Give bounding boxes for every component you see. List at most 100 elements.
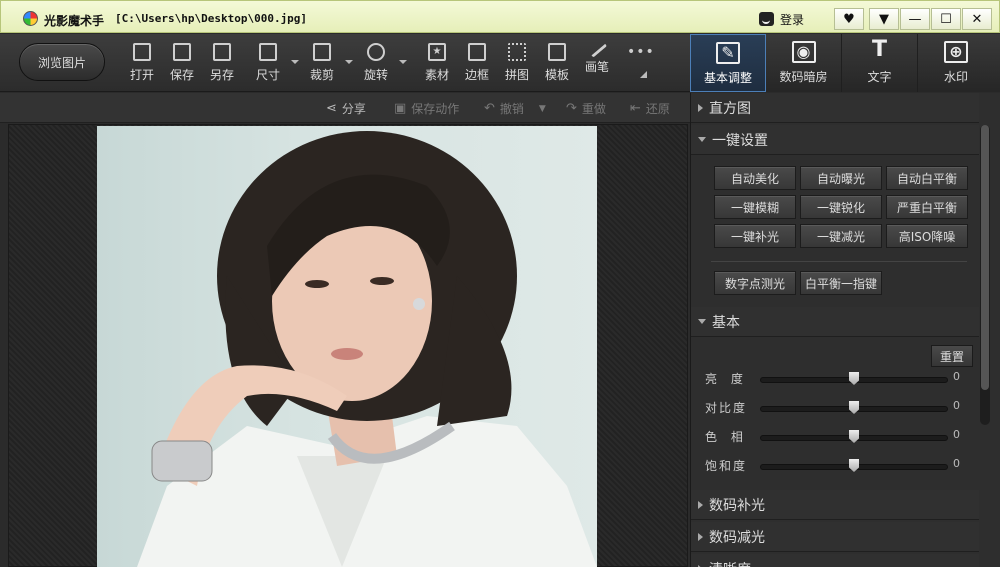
tab-text[interactable]: T 文字 xyxy=(842,34,918,92)
tool-label: 另存 xyxy=(209,68,234,82)
slider-thumb[interactable] xyxy=(849,401,859,414)
login-label: 登录 xyxy=(780,12,805,27)
frame-button[interactable]: 边框 xyxy=(457,43,497,85)
collapsed-arrow-icon xyxy=(698,103,703,112)
digital-reduce-light-section[interactable]: 数码减光 xyxy=(691,522,979,552)
undo-button[interactable]: ↶ 撤销 ▼ xyxy=(484,100,546,117)
slider-label: 饱和度 xyxy=(705,459,748,473)
white-balance-picker-button[interactable]: 白平衡一指键 xyxy=(800,271,882,295)
adjust-panel: 直方图 一键设置 自动美化 自动曝光 自动白平衡 一键模糊 一键锐化 严重白平衡… xyxy=(690,93,1000,567)
redo-icon: ↷ xyxy=(566,101,577,116)
save-action-button[interactable]: ▣ 保存动作 xyxy=(394,100,459,117)
section-title: 直方图 xyxy=(709,100,751,117)
share-label: 分享 xyxy=(341,102,366,116)
slider-thumb[interactable] xyxy=(849,430,859,443)
text-icon: T xyxy=(871,37,887,62)
one-click-sharpen-button[interactable]: 一键锐化 xyxy=(800,195,882,219)
menu-button[interactable]: ▼ xyxy=(869,8,899,30)
reset-button[interactable]: 重置 xyxy=(931,345,973,367)
tool-label: 素材 xyxy=(424,68,449,82)
tab-watermark[interactable]: ⊕ 水印 xyxy=(918,34,994,92)
basic-section[interactable]: 基本 xyxy=(691,307,979,337)
tool-label: 旋转 xyxy=(363,68,388,82)
brightness-slider[interactable]: 亮 度 0 xyxy=(705,369,963,387)
more-icon[interactable]: ••• xyxy=(627,44,655,60)
tool-label: 保存 xyxy=(169,68,194,82)
share-button[interactable]: ⋖ 分享 xyxy=(326,100,366,117)
tab-digital-darkroom[interactable]: ◉ 数码暗房 xyxy=(766,34,842,92)
one-click-blur-button[interactable]: 一键模糊 xyxy=(714,195,796,219)
panel-scrollbar-thumb[interactable] xyxy=(981,125,989,390)
high-iso-denoise-button[interactable]: 高ISO降噪 xyxy=(886,224,968,248)
clarity-section[interactable]: 清晰度 xyxy=(691,554,979,567)
crop-button[interactable]: 裁剪 xyxy=(302,43,342,85)
crop-icon xyxy=(313,43,331,61)
brush-button[interactable]: 画笔 xyxy=(577,38,617,85)
slider-label: 对比度 xyxy=(705,401,748,415)
contrast-slider[interactable]: 对比度 0 xyxy=(705,398,963,416)
one-click-reduce-light-button[interactable]: 一键减光 xyxy=(800,224,882,248)
restore-icon: ⇤ xyxy=(630,101,641,116)
redo-button[interactable]: ↷ 重做 xyxy=(566,100,606,117)
save-icon xyxy=(173,43,191,61)
slider-label: 色 相 xyxy=(705,430,748,444)
tool-label: 模板 xyxy=(544,68,569,82)
strong-white-balance-button[interactable]: 严重白平衡 xyxy=(886,195,968,219)
tool-label: 裁剪 xyxy=(309,68,334,82)
auto-white-balance-button[interactable]: 自动白平衡 xyxy=(886,166,968,190)
saturation-slider[interactable]: 饱和度 0 xyxy=(705,456,963,474)
tab-label: 水印 xyxy=(943,70,968,84)
spot-metering-button[interactable]: 数字点测光 xyxy=(714,271,796,295)
open-icon xyxy=(133,43,151,61)
histogram-section[interactable]: 直方图 xyxy=(691,93,979,123)
digital-fill-light-section[interactable]: 数码补光 xyxy=(691,490,979,520)
slider-value: 0 xyxy=(953,428,960,441)
save-as-button[interactable]: 另存 xyxy=(202,43,242,85)
section-title: 清晰度 xyxy=(709,559,751,567)
edit-icon: ✎ xyxy=(716,42,740,64)
photo[interactable] xyxy=(97,126,597,567)
hue-slider[interactable]: 色 相 0 xyxy=(705,427,963,445)
skin-button[interactable]: ♥ xyxy=(834,8,864,30)
user-icon xyxy=(759,12,774,26)
maximize-button[interactable]: ☐ xyxy=(931,8,961,30)
resize-button[interactable]: 尺寸 xyxy=(248,43,288,85)
restore-button[interactable]: ⇤ 还原 xyxy=(630,100,670,117)
collage-button[interactable]: 拼图 xyxy=(497,43,537,85)
title-bar: 光影魔术手 [C:\Users\hp\Desktop\000.jpg] 登录 ♥… xyxy=(0,0,1000,33)
app-title: 光影魔术手 xyxy=(44,14,105,28)
template-button[interactable]: 模板 xyxy=(537,43,577,85)
close-button[interactable]: ✕ xyxy=(962,8,992,30)
crop-dropdown-icon[interactable] xyxy=(345,60,353,64)
auto-beautify-button[interactable]: 自动美化 xyxy=(714,166,796,190)
undo-dropdown-icon[interactable]: ▼ xyxy=(539,104,546,114)
auto-exposure-button[interactable]: 自动曝光 xyxy=(800,166,882,190)
slider-thumb[interactable] xyxy=(849,459,859,472)
resize-dropdown-icon[interactable] xyxy=(291,60,299,64)
rotate-button[interactable]: 旋转 xyxy=(356,43,396,85)
portrait-image xyxy=(137,131,597,567)
rotate-dropdown-icon[interactable] xyxy=(399,60,407,64)
section-title: 一键设置 xyxy=(712,132,768,149)
minimize-button[interactable]: — xyxy=(900,8,930,30)
save-action-label: 保存动作 xyxy=(411,102,460,116)
collapsed-arrow-icon xyxy=(698,532,703,541)
divider xyxy=(711,261,967,262)
tab-basic-adjust[interactable]: ✎ 基本调整 xyxy=(690,34,766,92)
material-button[interactable]: ★ 素材 xyxy=(417,43,457,85)
expand-corner-icon[interactable] xyxy=(640,71,647,78)
browse-images-button[interactable]: 浏览图片 xyxy=(19,43,105,81)
one-click-section[interactable]: 一键设置 xyxy=(691,125,979,155)
main-toolbar: 浏览图片 打开 保存 另存 尺寸 裁剪 旋转 ★ 素材 边框 拼图 模板 画笔 … xyxy=(0,34,690,92)
restore-label: 还原 xyxy=(645,102,670,116)
resize-icon xyxy=(259,43,277,61)
slider-label: 亮 度 xyxy=(705,372,748,386)
redo-label: 重做 xyxy=(581,102,606,116)
tab-label: 数码暗房 xyxy=(779,70,828,84)
open-button[interactable]: 打开 xyxy=(122,43,162,85)
save-button[interactable]: 保存 xyxy=(162,43,202,85)
collage-icon xyxy=(508,43,526,61)
login-button[interactable]: 登录 xyxy=(759,9,804,29)
one-click-fill-light-button[interactable]: 一键补光 xyxy=(714,224,796,248)
slider-thumb[interactable] xyxy=(849,372,859,385)
